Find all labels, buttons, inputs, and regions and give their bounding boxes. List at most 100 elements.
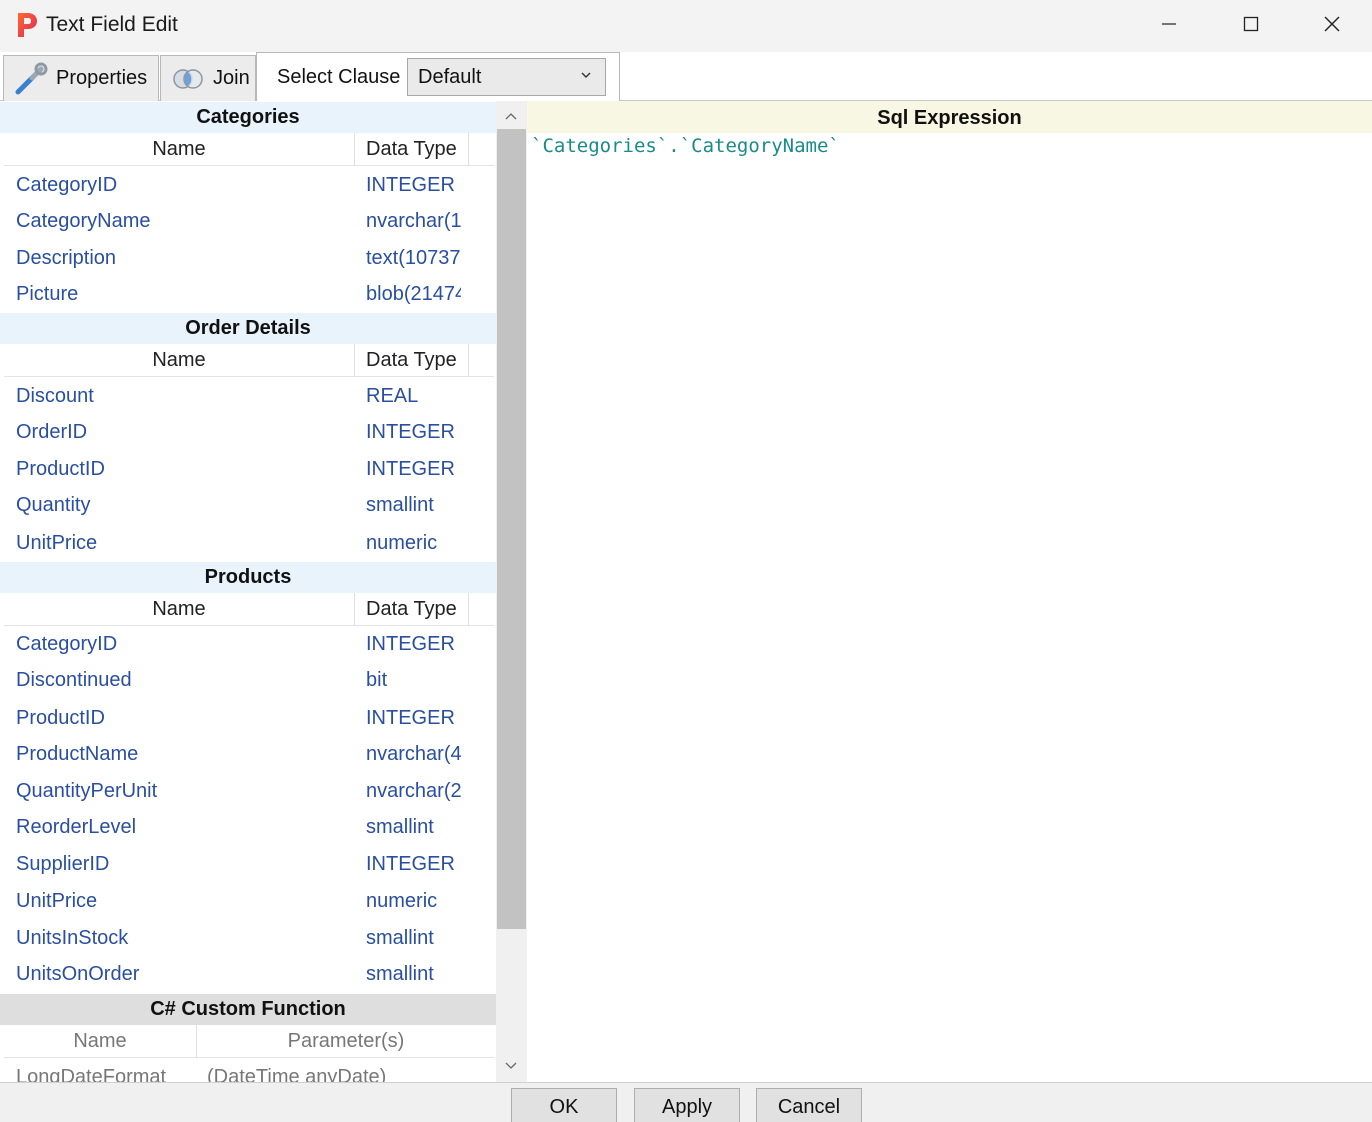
custom-function-header: C# Custom Function bbox=[0, 994, 496, 1025]
minimize-button[interactable] bbox=[1128, 0, 1210, 48]
column-header-data-type[interactable]: Data Type bbox=[356, 133, 469, 166]
field-row[interactable]: ProductID INTEGER bbox=[0, 451, 496, 487]
function-params: (DateTime anyDate) bbox=[207, 1066, 387, 1082]
field-name: OrderID bbox=[16, 421, 88, 443]
maximize-button[interactable] bbox=[1210, 0, 1292, 48]
field-type: nvarchar(15) bbox=[366, 210, 461, 232]
field-type: nvarchar(20) bbox=[366, 780, 461, 802]
field-row[interactable]: CategoryID INTEGER bbox=[0, 626, 496, 662]
dialog-button-bar: OK Apply Cancel bbox=[0, 1082, 1372, 1122]
tab-properties-label: Properties bbox=[56, 67, 148, 89]
field-name: UnitsInStock bbox=[16, 927, 129, 949]
field-name: Picture bbox=[16, 283, 79, 305]
column-header-name[interactable]: Name bbox=[4, 344, 355, 377]
field-type: text(1073741823) bbox=[366, 247, 461, 269]
field-row[interactable]: UnitsOnOrder smallint bbox=[0, 956, 496, 992]
custom-function-row[interactable]: LongDateFormat (DateTime anyDate) bbox=[0, 1059, 496, 1082]
field-name: CategoryID bbox=[16, 174, 118, 196]
scrollbar-thumb[interactable] bbox=[497, 129, 526, 929]
field-row[interactable]: UnitPrice numeric bbox=[0, 525, 496, 561]
field-name: Discount bbox=[16, 385, 94, 407]
field-type: numeric bbox=[366, 532, 438, 554]
scroll-down-icon[interactable] bbox=[504, 1059, 518, 1073]
field-name: Quantity bbox=[16, 494, 91, 516]
field-row[interactable]: UnitsInStock smallint bbox=[0, 920, 496, 956]
app-logo-icon bbox=[15, 11, 39, 39]
close-button[interactable] bbox=[1291, 0, 1372, 48]
tab-strip: Properties Join Select Clause Default bbox=[0, 52, 1372, 102]
table-header-products: Products bbox=[0, 562, 496, 593]
tab-select-clause[interactable]: Select Clause Default bbox=[256, 52, 620, 102]
field-name: ProductName bbox=[16, 743, 139, 765]
field-row[interactable]: CategoryID INTEGER bbox=[0, 167, 496, 203]
column-header-name[interactable]: Name bbox=[4, 133, 355, 166]
vertical-scrollbar[interactable] bbox=[496, 101, 527, 1082]
field-name: ReorderLevel bbox=[16, 816, 137, 838]
field-type: nvarchar(40) bbox=[366, 743, 461, 765]
field-row[interactable]: QuantityPerUnit nvarchar(20) bbox=[0, 773, 496, 809]
title-bar: Text Field Edit bbox=[0, 0, 1372, 52]
field-row[interactable]: Description text(1073741823) bbox=[0, 240, 496, 276]
schema-panel: Categories Name Data Type CategoryID INTE… bbox=[0, 101, 527, 1082]
column-header-name[interactable]: Name bbox=[4, 1025, 197, 1058]
field-name: UnitsOnOrder bbox=[16, 963, 140, 985]
field-name: QuantityPerUnit bbox=[16, 780, 158, 802]
schema-list: Categories Name Data Type CategoryID INTE… bbox=[0, 101, 496, 1082]
field-type: INTEGER bbox=[366, 458, 455, 480]
minimize-icon bbox=[1162, 23, 1176, 25]
column-headers: Name Data Type bbox=[4, 593, 494, 626]
field-type: numeric bbox=[366, 890, 438, 912]
field-row[interactable]: ProductID INTEGER bbox=[0, 700, 496, 736]
field-type: smallint bbox=[366, 816, 434, 838]
field-row[interactable]: Discontinued bit bbox=[0, 662, 496, 698]
field-type: INTEGER bbox=[366, 174, 455, 196]
field-type: REAL bbox=[366, 385, 419, 407]
tab-join-label: Join bbox=[213, 67, 250, 89]
field-row[interactable]: ProductName nvarchar(40) bbox=[0, 736, 496, 772]
field-type: bit bbox=[366, 669, 388, 691]
column-header-data-type[interactable]: Data Type bbox=[356, 593, 469, 626]
scroll-up-icon[interactable] bbox=[504, 109, 518, 123]
field-name: CategoryID bbox=[16, 633, 118, 655]
select-clause-dropdown[interactable]: Default bbox=[407, 58, 606, 96]
tab-join[interactable]: Join bbox=[160, 55, 256, 101]
column-header-parameters[interactable]: Parameter(s) bbox=[198, 1025, 494, 1058]
apply-button[interactable]: Apply bbox=[634, 1088, 740, 1122]
field-type: blob(2147483647) bbox=[366, 283, 461, 305]
column-header-name[interactable]: Name bbox=[4, 593, 355, 626]
field-type: INTEGER bbox=[366, 421, 455, 443]
sql-expression-header: Sql Expression bbox=[527, 101, 1372, 133]
tab-properties[interactable]: Properties bbox=[3, 55, 159, 101]
custom-function-column-headers: Name Parameter(s) bbox=[4, 1025, 494, 1058]
maximize-icon bbox=[1243, 16, 1259, 32]
table-header-categories: Categories bbox=[0, 102, 496, 133]
close-icon bbox=[1324, 16, 1340, 32]
cancel-button[interactable]: Cancel bbox=[756, 1088, 862, 1122]
field-type: INTEGER bbox=[366, 633, 455, 655]
field-row[interactable]: Discount REAL bbox=[0, 378, 496, 414]
field-name: SupplierID bbox=[16, 853, 110, 875]
field-row[interactable]: OrderID INTEGER bbox=[0, 414, 496, 450]
field-row[interactable]: CategoryName nvarchar(15) bbox=[0, 203, 496, 239]
field-name: ProductID bbox=[16, 707, 105, 729]
sql-expression-panel: Sql Expression `Categories`.`CategoryNam… bbox=[527, 101, 1372, 1082]
field-type: smallint bbox=[366, 494, 434, 516]
function-name: LongDateFormat bbox=[16, 1066, 167, 1082]
tab-select-clause-label: Select Clause bbox=[277, 65, 401, 88]
column-headers: Name Data Type bbox=[4, 344, 494, 377]
field-row[interactable]: UnitPrice numeric bbox=[0, 883, 496, 919]
field-type: INTEGER bbox=[366, 853, 455, 875]
chevron-down-icon bbox=[581, 72, 591, 78]
field-row[interactable]: ReorderLevel smallint bbox=[0, 809, 496, 845]
field-name: Description bbox=[16, 247, 117, 269]
column-header-data-type[interactable]: Data Type bbox=[356, 344, 469, 377]
field-type: INTEGER bbox=[366, 707, 455, 729]
field-row[interactable]: Picture blob(2147483647) bbox=[0, 276, 496, 312]
field-row[interactable]: Quantity smallint bbox=[0, 487, 496, 523]
sql-expression-editor[interactable]: `Categories`.`CategoryName` bbox=[531, 135, 840, 157]
field-name: CategoryName bbox=[16, 210, 151, 232]
field-name: UnitPrice bbox=[16, 890, 98, 912]
ok-button[interactable]: OK bbox=[511, 1088, 617, 1122]
field-row[interactable]: SupplierID INTEGER bbox=[0, 846, 496, 882]
field-type: smallint bbox=[366, 963, 434, 985]
